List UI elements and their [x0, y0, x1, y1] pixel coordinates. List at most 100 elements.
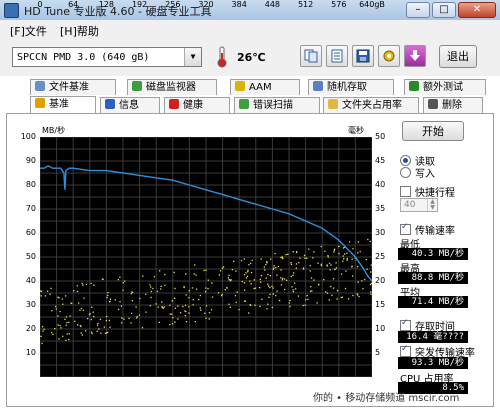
access-time-point [203, 269, 205, 272]
save-button[interactable] [352, 45, 374, 67]
close-icon[interactable]: ✕ [458, 2, 496, 18]
access-time-point [351, 265, 353, 267]
access-time-point [266, 262, 268, 264]
start-button[interactable]: 开始 [402, 121, 464, 141]
access-time-point [222, 266, 225, 268]
menu-file[interactable]: [F]文件 [10, 23, 47, 39]
tab-info[interactable]: 信息 [100, 97, 160, 113]
access-time-point [272, 287, 274, 289]
y2-axis-label: 毫秒 [348, 126, 364, 135]
exit-button[interactable]: 退出 [439, 45, 477, 68]
access-time-point [304, 304, 306, 306]
access-time-point [229, 306, 231, 308]
tab-disk-monitor[interactable]: 磁盘监视器 [127, 79, 217, 95]
access-time-point [172, 317, 174, 319]
y2-tick-label: 30 [375, 228, 386, 237]
tab-random-access[interactable]: 随机存取 [308, 79, 394, 95]
access-time-point [90, 318, 92, 321]
radio-write[interactable]: 写入 [400, 165, 435, 180]
minimize-icon[interactable]: – [406, 2, 430, 18]
tab-folder-usage[interactable]: 文件夹占用率 [323, 97, 419, 113]
file-icon [35, 81, 45, 91]
tab-label: 基准 [49, 99, 69, 110]
access-time-point [292, 250, 294, 253]
access-time-point [310, 277, 313, 279]
tab-extra-tests[interactable]: 额外测试 [404, 79, 486, 95]
access-time-point [302, 304, 304, 307]
access-time-point [344, 287, 347, 290]
access-time-point [250, 271, 253, 274]
tab-benchmark[interactable]: 基准 [30, 96, 96, 114]
access-time-point [158, 321, 161, 323]
access-time-point [228, 303, 230, 305]
access-time-point [61, 298, 64, 300]
transfer-rate-checkbox[interactable]: 传输速率 [400, 222, 455, 237]
tab-error-scan[interactable]: 错误扫描 [234, 97, 320, 113]
access-time-point [238, 308, 240, 311]
access-time-point [278, 299, 281, 302]
erase-icon [428, 99, 438, 109]
quick-scan-checkbox[interactable]: 快捷行程 [400, 184, 455, 199]
access-time-point [66, 322, 68, 324]
access-time-point [84, 330, 87, 332]
access-time-point [40, 290, 43, 292]
tab-health[interactable]: 健康 [164, 97, 230, 113]
x-tick-label: 448 [264, 0, 281, 9]
document-icon [331, 49, 343, 63]
access-time-point [290, 275, 292, 278]
access-time-point [259, 281, 262, 283]
monitor-icon [132, 81, 142, 91]
tab-label: 文件基准 [49, 82, 89, 93]
access-time-point [128, 317, 130, 320]
access-time-point [324, 291, 327, 293]
access-time-point [85, 283, 88, 285]
quick-scan-stepper[interactable]: 40 ▲ ▼ [400, 198, 438, 212]
tab-aam[interactable]: AAM [230, 79, 300, 95]
tab-label: 随机存取 [327, 82, 367, 93]
access-time-point [204, 291, 207, 293]
access-time-point [365, 258, 367, 261]
access-time-point [291, 286, 293, 288]
stepper-arrows-icon[interactable]: ▲ ▼ [427, 199, 437, 211]
access-time-point [272, 293, 275, 295]
x-tick-label: 512 [297, 0, 314, 9]
access-time-point [266, 261, 268, 263]
access-time-point [268, 296, 270, 298]
tab-erase[interactable]: 删除 [423, 97, 483, 113]
access-time-point [74, 320, 76, 323]
access-time-point [122, 282, 125, 284]
copy-text-button[interactable] [326, 45, 348, 67]
maximize-icon[interactable]: □ [432, 2, 456, 18]
access-time-point [159, 288, 162, 290]
access-time-point [264, 269, 266, 271]
drive-select[interactable]: SPCCN PMD 3.0 (640 gB) ▼ [12, 47, 202, 67]
access-time-point [76, 285, 78, 287]
copy-info-button[interactable] [300, 45, 322, 67]
tab-label: 磁盘监视器 [146, 82, 196, 93]
x-tick-label: 128 [98, 0, 115, 9]
y-tick-label: 60 [25, 228, 36, 237]
access-time-point [81, 282, 83, 285]
chevron-down-icon[interactable]: ▼ [184, 48, 201, 66]
options-button[interactable] [378, 45, 400, 67]
access-time-point [341, 296, 344, 298]
access-time-point [327, 256, 329, 258]
access-time-point [289, 299, 291, 302]
menu-help[interactable]: [H]帮助 [60, 23, 99, 39]
y2-tick-label: 5 [375, 348, 381, 357]
access-time-point [370, 264, 372, 266]
access-time-point [185, 321, 188, 323]
max-value: 88.8 MB/秒 [398, 272, 468, 284]
access-time-point [40, 295, 42, 297]
access-time-point [259, 278, 262, 280]
access-time-point [192, 304, 194, 306]
access-time-point [273, 265, 275, 267]
down-button[interactable] [404, 45, 426, 67]
access-time-point [96, 324, 99, 326]
access-time-point [328, 299, 330, 301]
tab-file-benchmark[interactable]: 文件基准 [30, 79, 116, 95]
access-time-point [195, 274, 197, 276]
access-time-point [280, 269, 282, 271]
access-time-point [224, 289, 226, 291]
access-time-point [287, 253, 289, 255]
